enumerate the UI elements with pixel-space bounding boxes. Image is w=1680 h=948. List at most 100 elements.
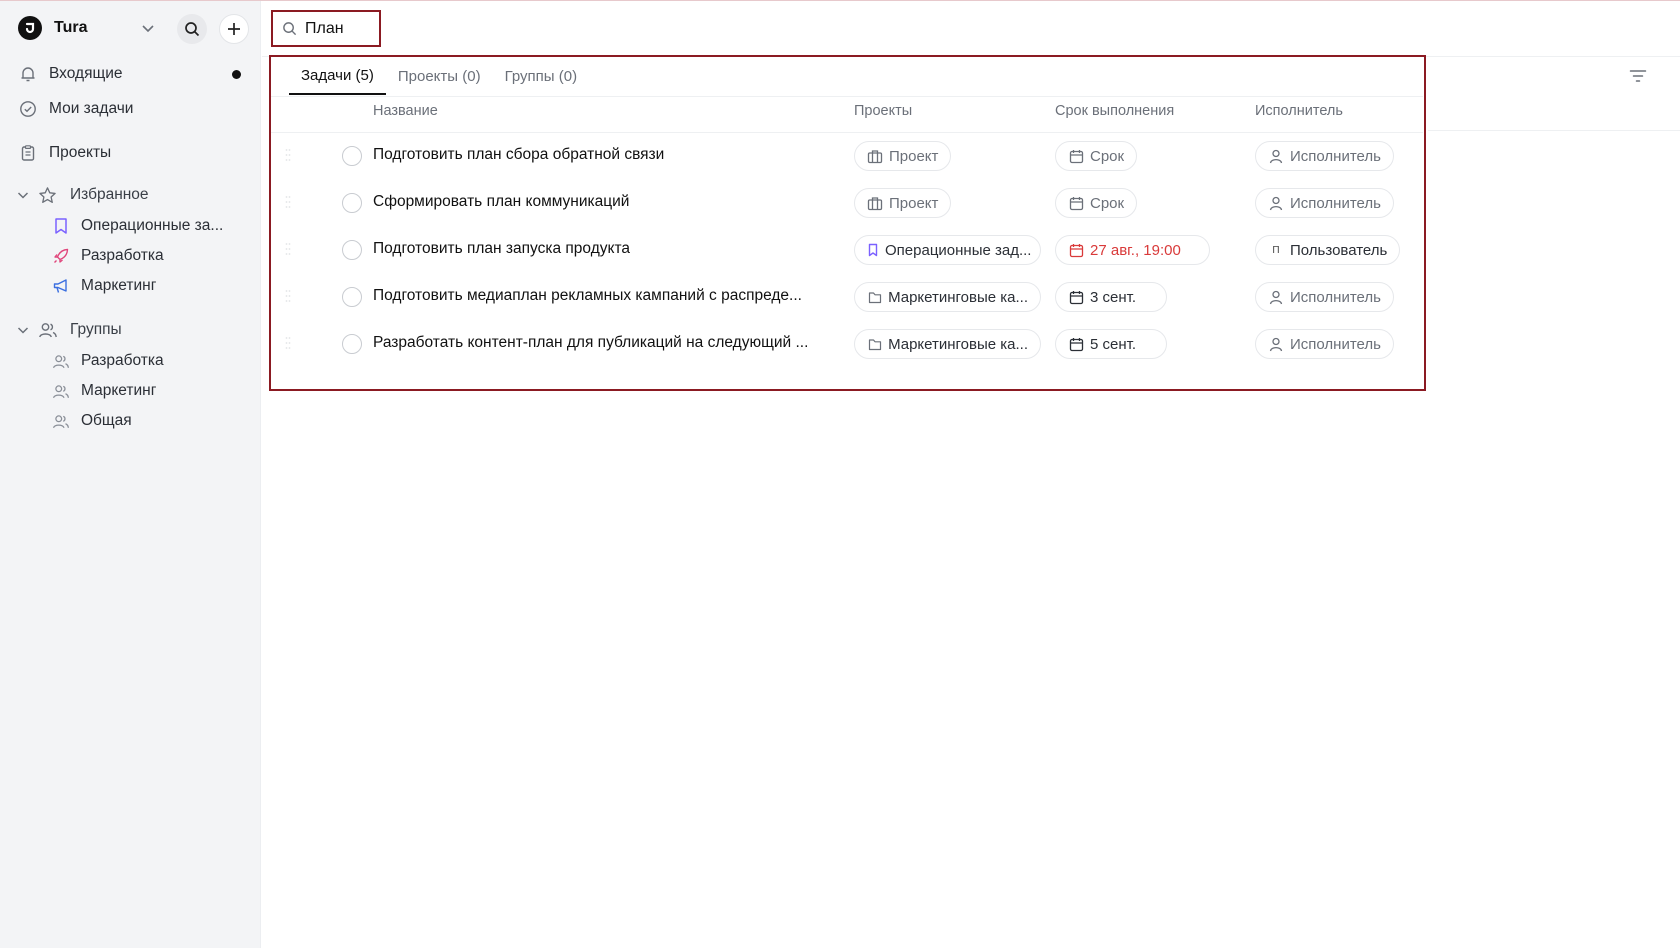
table-row[interactable]: Подготовить план запуска продукта Операц…	[271, 228, 1423, 274]
drag-handle-icon[interactable]	[285, 148, 291, 162]
header-divider	[271, 132, 1423, 133]
task-complete-checkbox[interactable]	[342, 146, 362, 166]
column-header-assignee: Исполнитель	[1255, 103, 1343, 119]
due-date-pill[interactable]: Срок	[1055, 141, 1138, 171]
assignee-pill[interactable]: Исполнитель	[1255, 141, 1394, 171]
search-input[interactable]	[305, 19, 365, 38]
project-pill[interactable]: Маркетинговые ка...	[854, 329, 1041, 359]
project-pill[interactable]: Операционные зад...	[854, 235, 1041, 265]
task-title[interactable]: Подготовить план сбора обратной связи	[373, 146, 833, 164]
due-label: 27 авг., 19:00	[1090, 241, 1181, 259]
groups-section[interactable]: Группы	[16, 316, 122, 344]
main-content: Задачи (5) Проекты (0) Группы (0) Назван…	[262, 1, 1680, 948]
calendar-icon	[1068, 148, 1084, 164]
assignee-pill[interactable]: Исполнитель	[1255, 282, 1394, 312]
due-label: Срок	[1090, 194, 1125, 212]
star-icon	[38, 185, 58, 205]
assignee-pill[interactable]: Исполнитель	[1255, 329, 1394, 359]
project-label: Операционные зад...	[885, 241, 1032, 259]
chevron-down-icon	[17, 192, 29, 199]
search-button[interactable]	[177, 14, 207, 44]
favorite-item-marketing[interactable]: Маркетинг	[51, 272, 256, 300]
group-item-marketing[interactable]: Маркетинг	[51, 377, 256, 405]
due-date-pill[interactable]: 27 авг., 19:00	[1055, 235, 1210, 265]
column-header-name: Название	[373, 103, 438, 119]
workspace-logo-icon	[18, 16, 42, 40]
favorite-label: Маркетинг	[81, 277, 157, 294]
favorite-item-operations[interactable]: Операционные за...	[51, 212, 256, 240]
due-date-pill[interactable]: Срок	[1055, 188, 1138, 218]
nav-inbox[interactable]: Входящие	[18, 60, 248, 88]
tab-groups[interactable]: Группы (0)	[493, 57, 589, 95]
group-item-development[interactable]: Разработка	[51, 347, 256, 375]
table-row[interactable]: Подготовить медиаплан рекламных кампаний…	[271, 275, 1423, 321]
user-icon	[1268, 336, 1284, 352]
drag-handle-icon[interactable]	[285, 289, 291, 303]
nav-projects[interactable]: Проекты	[18, 139, 248, 167]
tabs-divider	[271, 96, 1423, 97]
project-pill[interactable]: Проект	[854, 188, 952, 218]
add-button[interactable]	[219, 14, 249, 44]
group-label: Маркетинг	[81, 382, 157, 399]
table-row[interactable]: Подготовить план сбора обратной связи Пр…	[271, 134, 1423, 180]
favorite-label: Операционные за...	[81, 217, 224, 234]
favorites-section[interactable]: Избранное	[16, 181, 149, 209]
chevron-down-icon[interactable]	[140, 20, 156, 36]
project-label: Маркетинговые ка...	[888, 335, 1028, 353]
due-date-pill[interactable]: 5 сент.	[1055, 329, 1167, 359]
assignee-pill[interactable]: Исполнитель	[1255, 188, 1394, 218]
column-header-due: Срок выполнения	[1055, 103, 1175, 119]
header-divider-extension	[1428, 130, 1680, 131]
calendar-icon	[1068, 242, 1084, 258]
due-label: Срок	[1090, 147, 1125, 165]
task-complete-checkbox[interactable]	[342, 287, 362, 307]
drag-handle-icon[interactable]	[285, 195, 291, 209]
favorite-item-development[interactable]: Разработка	[51, 242, 256, 270]
assignee-label: Исполнитель	[1290, 194, 1381, 212]
megaphone-icon	[51, 276, 71, 296]
user-icon	[1268, 289, 1284, 305]
project-pill[interactable]: Маркетинговые ка...	[854, 282, 1041, 312]
tab-tasks[interactable]: Задачи (5)	[289, 57, 386, 95]
users-icon	[51, 381, 71, 401]
task-title[interactable]: Сформировать план коммуникаций	[373, 193, 833, 211]
bell-icon	[18, 64, 38, 84]
nav-label: Входящие	[49, 65, 123, 82]
drag-handle-icon[interactable]	[285, 242, 291, 256]
task-title[interactable]: Подготовить план запуска продукта	[373, 240, 833, 258]
nav-label: Мои задачи	[49, 100, 134, 117]
group-label: Разработка	[81, 352, 164, 369]
assignee-pill[interactable]: П Пользователь	[1255, 235, 1401, 265]
avatar: П	[1272, 244, 1280, 256]
section-label: Избранное	[70, 186, 149, 203]
briefcase-icon	[867, 195, 883, 211]
task-complete-checkbox[interactable]	[342, 334, 362, 354]
task-title[interactable]: Подготовить медиаплан рекламных кампаний…	[373, 287, 833, 305]
check-circle-icon	[18, 99, 38, 119]
clipboard-icon	[18, 143, 38, 163]
task-title[interactable]: Разработать контент-план для публикаций …	[373, 334, 833, 352]
table-row[interactable]: Разработать контент-план для публикаций …	[271, 322, 1423, 368]
calendar-icon	[1068, 195, 1084, 211]
group-item-general[interactable]: Общая	[51, 407, 256, 435]
drag-handle-icon[interactable]	[285, 336, 291, 350]
search-field[interactable]	[271, 10, 381, 47]
project-pill[interactable]: Проект	[854, 141, 952, 171]
nav-my-tasks[interactable]: Мои задачи	[18, 95, 248, 123]
tab-projects[interactable]: Проекты (0)	[386, 57, 493, 95]
rocket-icon	[51, 246, 71, 266]
search-icon	[283, 22, 297, 36]
sidebar: Tura Входящие Мои задачи Проекты Избранн…	[0, 1, 261, 948]
task-complete-checkbox[interactable]	[342, 193, 362, 213]
due-date-pill[interactable]: 3 сент.	[1055, 282, 1167, 312]
task-complete-checkbox[interactable]	[342, 240, 362, 260]
section-label: Группы	[70, 321, 122, 338]
assignee-label: Исполнитель	[1290, 335, 1381, 353]
filter-icon[interactable]	[1629, 68, 1647, 84]
chevron-down-icon	[17, 327, 29, 334]
bookmark-icon	[867, 242, 879, 258]
calendar-icon	[1068, 289, 1084, 305]
project-label: Проект	[889, 194, 939, 212]
workspace-switcher[interactable]: Tura	[18, 14, 254, 44]
table-row[interactable]: Сформировать план коммуникаций Проект Ср…	[271, 181, 1423, 227]
